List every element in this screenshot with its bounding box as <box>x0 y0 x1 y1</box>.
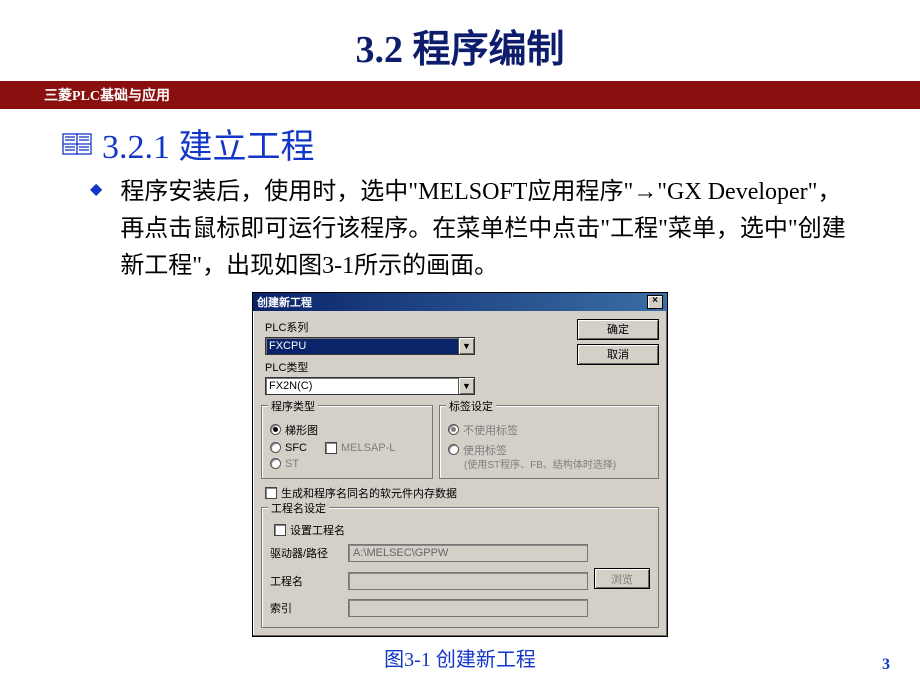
label-setting-group: 标签设定 不使用标签 使用标签 (使用ST程序、FB、结构体时选择) <box>439 405 659 480</box>
dialog-title: 创建新工程 <box>257 294 312 310</box>
chevron-down-icon[interactable]: ▼ <box>458 338 474 354</box>
body-text: 程序安装后，使用时，选中"MELSOFT应用程序"→"GX Developer"… <box>120 174 864 286</box>
section-heading: 3.2.1 建立工程 <box>0 109 920 170</box>
drive-path-field[interactable]: A:\MELSEC\GPPW <box>348 544 588 562</box>
browse-button[interactable]: 浏览 <box>594 568 650 589</box>
header-band: 三菱PLC基础与应用 <box>0 81 920 109</box>
radio-ladder[interactable]: 梯形图 <box>270 420 424 440</box>
label-setting-title: 标签设定 <box>446 398 496 414</box>
radio-st: ST <box>270 456 424 472</box>
page-number: 3 <box>882 656 890 674</box>
create-project-dialog: 创建新工程 × PLC系列 FXCPU ▼ PLC类型 FX2N(C) ▼ 确定… <box>252 292 668 638</box>
chevron-down-icon[interactable]: ▼ <box>458 378 474 394</box>
drive-path-label: 驱动器/路径 <box>270 545 342 561</box>
project-name-label: 工程名 <box>270 573 342 589</box>
set-name-checkbox[interactable] <box>274 524 286 536</box>
slide-title: 3.2 程序编制 <box>0 0 920 81</box>
close-icon[interactable]: × <box>647 295 663 309</box>
plc-type-label: PLC类型 <box>265 359 569 375</box>
bullet-icon: ◆ <box>90 174 102 286</box>
set-name-label: 设置工程名 <box>290 522 345 538</box>
cancel-button[interactable]: 取消 <box>577 344 659 365</box>
project-name-group: 工程名设定 设置工程名 驱动器/路径 A:\MELSEC\GPPW 工程名 浏览… <box>261 507 659 628</box>
project-name-title: 工程名设定 <box>268 500 329 516</box>
plc-series-combo[interactable]: FXCPU ▼ <box>265 337 475 355</box>
section-text: 3.2.1 建立工程 <box>102 119 315 168</box>
body-paragraph: ◆ 程序安装后，使用时，选中"MELSOFT应用程序"→"GX Develope… <box>0 170 920 286</box>
plc-series-value: FXCPU <box>269 340 306 352</box>
window-icon <box>62 131 92 157</box>
plc-series-label: PLC系列 <box>265 319 569 335</box>
gen-memory-row[interactable]: 生成和程序名同名的软元件内存数据 <box>261 479 659 501</box>
set-name-row[interactable]: 设置工程名 <box>270 522 650 538</box>
plc-type-combo[interactable]: FX2N(C) ▼ <box>265 377 475 395</box>
figure-caption: 图3-1 创建新工程 <box>0 643 920 672</box>
melsap-checkbox <box>325 442 337 454</box>
gen-memory-label: 生成和程序名同名的软元件内存数据 <box>281 485 457 501</box>
plc-type-value: FX2N(C) <box>269 380 312 392</box>
radio-no-label: 不使用标签 <box>448 420 650 440</box>
gen-memory-checkbox[interactable] <box>265 487 277 499</box>
dialog-titlebar: 创建新工程 × <box>253 293 667 311</box>
program-type-group: 程序类型 梯形图 SFC MELSAP-L ST <box>261 405 433 480</box>
project-name-field[interactable] <box>348 572 588 590</box>
index-label: 索引 <box>270 600 342 616</box>
ok-button[interactable]: 确定 <box>577 319 659 340</box>
radio-use-label: 使用标签 <box>448 440 650 460</box>
index-field[interactable] <box>348 599 588 617</box>
program-type-title: 程序类型 <box>268 398 318 414</box>
use-label-note: (使用ST程序、FB、结构体时选择) <box>448 460 650 473</box>
radio-sfc[interactable]: SFC MELSAP-L <box>270 440 424 456</box>
